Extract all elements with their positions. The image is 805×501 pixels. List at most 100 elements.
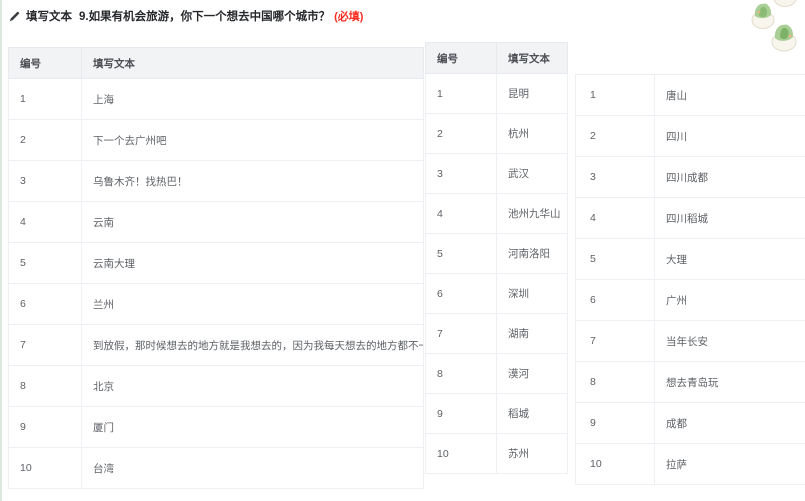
responses-table-1: 编号填写文本1上海2下一个去广州吧3乌鲁木齐！找热巴！4云南5云南大理6兰州7到… (8, 47, 424, 489)
response-text-cell: 大理 (655, 239, 805, 280)
row-number-cell: 7 (426, 314, 497, 354)
cabbage-figurine (752, 3, 774, 28)
row-number-cell: 2 (426, 114, 497, 154)
response-text-cell: 池州九华山 (497, 194, 568, 234)
response-text-cell: 四川 (655, 116, 805, 157)
response-row: 8想去青岛玩 (576, 362, 805, 403)
response-row: 6深圳 (426, 274, 568, 314)
response-row: 7当年长安 (576, 321, 805, 362)
page-left-edge (0, 0, 2, 501)
row-number-cell: 10 (426, 434, 497, 474)
response-text-cell: 湖南 (497, 314, 568, 354)
row-number-cell: 9 (576, 403, 655, 444)
response-row: 10台湾 (9, 448, 424, 489)
response-row: 5云南大理 (9, 243, 424, 284)
response-row: 2杭州 (426, 114, 568, 154)
response-text-cell: 乌鲁木齐！找热巴！ (82, 161, 424, 202)
row-number-cell: 1 (9, 79, 82, 120)
row-number-cell: 9 (9, 407, 82, 448)
response-row: 9成都 (576, 403, 805, 444)
row-number-cell: 9 (426, 394, 497, 434)
response-text-cell: 想去青岛玩 (655, 362, 805, 403)
response-text-cell: 兰州 (82, 284, 424, 325)
response-row: 7湖南 (426, 314, 568, 354)
row-number-cell: 10 (9, 448, 82, 489)
response-row: 6广州 (576, 280, 805, 321)
response-text-cell: 台湾 (82, 448, 424, 489)
response-row: 5大理 (576, 239, 805, 280)
responses-table-2: 编号填写文本1昆明2杭州3武汉4池州九华山5河南洛阳6深圳7湖南8漠河9稻城10… (425, 42, 568, 474)
row-number-cell: 6 (9, 284, 82, 325)
response-text-cell: 深圳 (497, 274, 568, 314)
cabbage-decoration-image (747, 0, 805, 64)
response-row: 2下一个去广州吧 (9, 120, 424, 161)
row-number-cell: 4 (9, 202, 82, 243)
response-text-cell: 当年长安 (655, 321, 805, 362)
response-row: 10苏州 (426, 434, 568, 474)
row-number-cell: 10 (576, 444, 655, 485)
response-text-cell: 厦门 (82, 407, 424, 448)
row-number-cell: 7 (576, 321, 655, 362)
row-number-cell: 5 (9, 243, 82, 284)
column-header-text: 填写文本 (497, 43, 568, 74)
response-row: 1上海 (9, 79, 424, 120)
response-text-cell: 稻城 (497, 394, 568, 434)
cabbage-figurine (772, 25, 796, 52)
response-row: 10拉萨 (576, 444, 805, 485)
response-row: 3四川成都 (576, 157, 805, 198)
response-row: 4池州九华山 (426, 194, 568, 234)
response-row: 2四川 (576, 116, 805, 157)
response-row: 9稻城 (426, 394, 568, 434)
response-row: 4四川稻城 (576, 198, 805, 239)
row-number-cell: 2 (576, 116, 655, 157)
row-number-cell: 8 (426, 354, 497, 394)
row-number-cell: 3 (576, 157, 655, 198)
response-row: 8漠河 (426, 354, 568, 394)
row-number-cell: 7 (9, 325, 82, 366)
response-text-cell: 北京 (82, 366, 424, 407)
row-number-cell: 8 (9, 366, 82, 407)
response-text-cell: 广州 (655, 280, 805, 321)
response-row: 5河南洛阳 (426, 234, 568, 274)
row-number-cell: 5 (576, 239, 655, 280)
response-row: 1昆明 (426, 74, 568, 114)
response-row: 8北京 (9, 366, 424, 407)
question-text: 9.如果有机会旅游，你下一个想去中国哪个城市？ (79, 8, 330, 24)
row-number-cell: 8 (576, 362, 655, 403)
response-row: 3乌鲁木齐！找热巴！ (9, 161, 424, 202)
column-header-number: 编号 (426, 43, 497, 74)
response-row: 6兰州 (9, 284, 424, 325)
response-row: 3武汉 (426, 154, 568, 194)
cabbage-figurine (774, 0, 796, 7)
row-number-cell: 4 (426, 194, 497, 234)
row-number-cell: 4 (576, 198, 655, 239)
column-header-text: 填写文本 (82, 48, 424, 79)
question-title-bar: 填写文本 9.如果有机会旅游，你下一个想去中国哪个城市？ (必填) (9, 8, 363, 24)
response-text-cell: 昆明 (497, 74, 568, 114)
response-text-cell: 河南洛阳 (497, 234, 568, 274)
response-row: 1唐山 (576, 75, 805, 116)
response-row: 7到放假，那时候想去的地方就是我想去的，因为我每天想去的地方都不一样。 (9, 325, 424, 366)
response-text-cell: 云南大理 (82, 243, 424, 284)
response-text-cell: 唐山 (655, 75, 805, 116)
response-text-cell: 武汉 (497, 154, 568, 194)
column-header-number: 编号 (9, 48, 82, 79)
row-number-cell: 3 (426, 154, 497, 194)
row-number-cell: 6 (426, 274, 497, 314)
response-text-cell: 四川成都 (655, 157, 805, 198)
response-text-cell: 漠河 (497, 354, 568, 394)
question-type-label: 填写文本 (26, 8, 72, 24)
survey-report-page: 填写文本 9.如果有机会旅游，你下一个想去中国哪个城市？ (必填) 编号填写文本… (0, 0, 805, 501)
response-row: 4云南 (9, 202, 424, 243)
response-text-cell: 苏州 (497, 434, 568, 474)
response-text-cell: 杭州 (497, 114, 568, 154)
required-badge: (必填) (334, 8, 363, 24)
response-text-cell: 到放假，那时候想去的地方就是我想去的，因为我每天想去的地方都不一样。 (82, 325, 424, 366)
row-number-cell: 6 (576, 280, 655, 321)
row-number-cell: 5 (426, 234, 497, 274)
response-text-cell: 云南 (82, 202, 424, 243)
response-text-cell: 四川稻城 (655, 198, 805, 239)
row-number-cell: 3 (9, 161, 82, 202)
response-row: 9厦门 (9, 407, 424, 448)
response-text-cell: 上海 (82, 79, 424, 120)
